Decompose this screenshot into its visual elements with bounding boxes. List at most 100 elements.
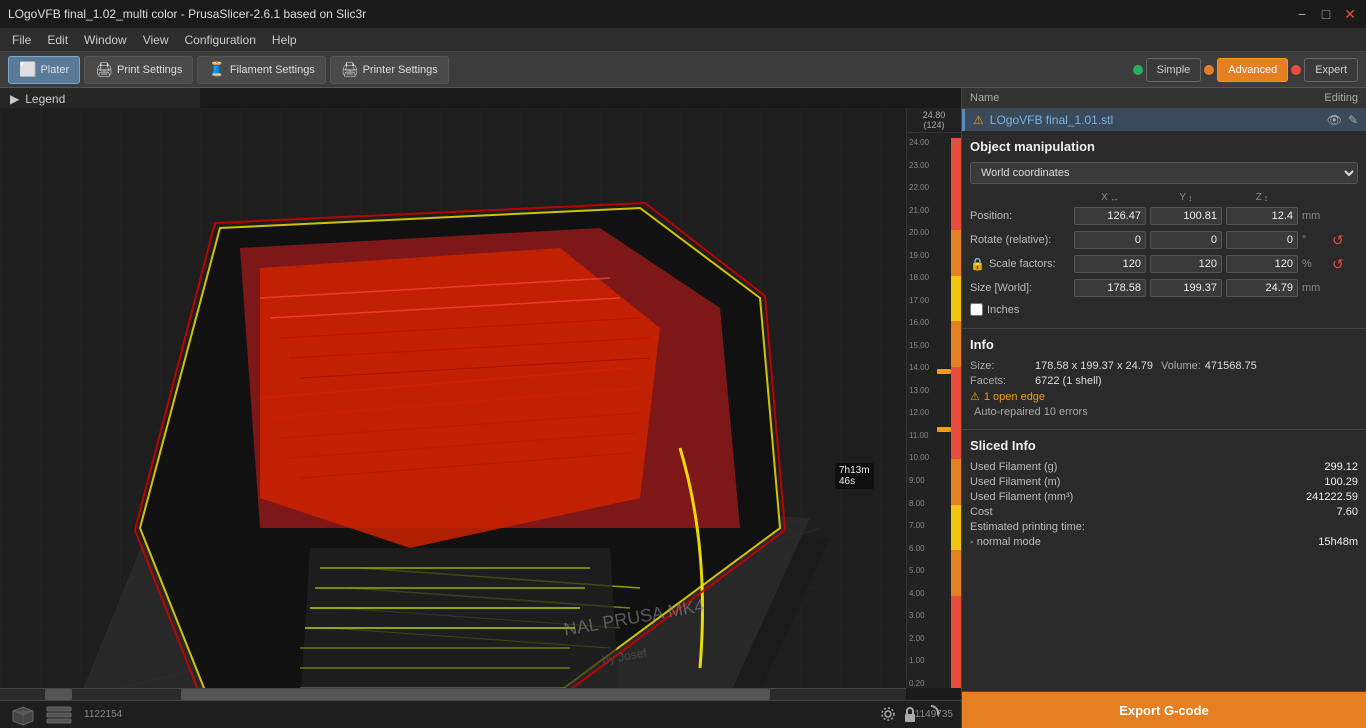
rotate-row: Rotate (relative): ° ↺ [970,231,1358,249]
advanced-mode-button[interactable]: Advanced [1217,58,1288,82]
scale-lock-icon[interactable]: 🔒 [970,257,985,271]
facets-value: 6722 (1 shell) [1035,375,1102,387]
rotate-icon[interactable] [921,703,941,726]
inches-row: Inches [970,303,1358,316]
menu-configuration[interactable]: Configuration [177,31,264,49]
size-y-input[interactable] [1150,279,1222,297]
repair-row: Auto-repaired 10 errors [970,406,1358,418]
rotate-x-input[interactable] [1074,231,1146,249]
facets-label: Facets: [970,375,1035,387]
size-info-label: Size: [970,360,1035,372]
minimize-button[interactable]: − [1294,6,1310,22]
export-gcode-button[interactable]: Export G-code [962,692,1366,728]
x-header: X ↔ [1074,192,1146,203]
coord-x-display: 1122154 [84,709,122,720]
object-row[interactable]: ⚠ LOgoVFB final_1.01.stl 👁 ✎ [962,109,1366,131]
top-layer-value: 24.80 [909,110,959,120]
inches-label: Inches [987,304,1019,316]
y-header: Y ↕ [1150,192,1222,203]
expert-mode-button[interactable]: Expert [1304,58,1358,82]
horizontal-scrollbar[interactable] [0,688,906,700]
print-settings-label: Print Settings [117,64,182,76]
layer-marker-1[interactable] [937,369,951,374]
z-header: Z ↕ [1226,192,1298,203]
main-layout: ▶ Legend [0,88,1366,728]
position-label: Position: [970,210,1070,222]
filament-mm3-label: Used Filament (mm³) [970,491,1073,503]
print-time-row: - normal mode 15h48m [970,536,1358,548]
rotate-label: Rotate (relative): [970,234,1070,246]
position-row: Position: mm [970,207,1358,225]
layer-scale: 24.80 (124) 24.00 23.00 22.00 21.00 [906,108,961,688]
sliced-title: Sliced Info [970,438,1358,453]
sliced-section: Sliced Info Used Filament (g) 299.12 Use… [962,430,1366,692]
view-cube-3d[interactable] [8,703,38,727]
filament-m-row: Used Filament (m) 100.29 [970,476,1358,488]
close-button[interactable]: ✕ [1342,6,1358,22]
cost-value: 7.60 [1337,506,1358,518]
cost-row: Cost 7.60 [970,506,1358,518]
simple-mode-label: Simple [1157,64,1191,76]
scale-unit: % [1302,258,1326,270]
viewport[interactable]: ▶ Legend [0,88,961,728]
position-unit: mm [1302,210,1326,222]
window-controls: − □ ✕ [1294,6,1358,22]
legend-bar[interactable]: ▶ Legend [0,88,200,110]
rotate-reset-button[interactable]: ↺ [1332,232,1344,249]
menu-window[interactable]: Window [76,31,135,49]
layer-count: (124) [909,120,959,130]
size-unit: mm [1302,282,1326,294]
print-settings-button[interactable]: 🖨 Print Settings [84,56,193,84]
window-title: LOgoVFB final_1.02_multi color - PrusaSl… [8,7,366,21]
rotate-z-input[interactable] [1226,231,1298,249]
size-label: Size [World]: [970,282,1070,294]
print-bed: NAL PRUSA MK4 by Josef [0,108,906,688]
editing-col-header: Editing [1324,92,1358,104]
menu-file[interactable]: File [4,31,39,49]
scale-label: Scale factors: [989,258,1056,270]
rotate-y-input[interactable] [1150,231,1222,249]
size-info-value: 178.58 x 199.37 x 24.79 [1035,360,1153,372]
cost-label: Cost [970,506,993,518]
info-size-row: Size: 178.58 x 199.37 x 24.79 Volume: 47… [970,360,1358,372]
printer-icon: 🖨 [341,61,359,78]
position-z-input[interactable] [1226,207,1298,225]
filament-icon: 🧵 [208,61,225,78]
filament-settings-button[interactable]: 🧵 Filament Settings [197,56,325,84]
lock-icon[interactable] [901,705,919,726]
scale-y-input[interactable] [1150,255,1222,273]
edit-icon[interactable]: ✎ [1348,113,1358,127]
layer-marker-2[interactable] [937,427,951,432]
view-layers[interactable] [44,703,74,727]
right-panel: Name Editing ⚠ LOgoVFB final_1.01.stl 👁 … [961,88,1366,728]
menu-view[interactable]: View [135,31,177,49]
grid-svg: NAL PRUSA MK4 by Josef [0,108,906,688]
legend-arrow-icon: ▶ [10,92,19,106]
scale-z-input[interactable] [1226,255,1298,273]
printer-settings-button[interactable]: 🖨 Printer Settings [330,56,449,84]
filament-m-value: 100.29 [1324,476,1358,488]
size-x-input[interactable] [1074,279,1146,297]
maximize-button[interactable]: □ [1318,6,1334,22]
print-time-label-row: Estimated printing time: [970,521,1358,533]
size-z-input[interactable] [1226,279,1298,297]
plater-button[interactable]: ⬜ Plater [8,56,80,84]
settings-cog-icon[interactable] [879,705,897,726]
menu-edit[interactable]: Edit [39,31,76,49]
simple-mode-button[interactable]: Simple [1146,58,1202,82]
object-list-header: Name Editing [962,88,1366,109]
position-y-input[interactable] [1150,207,1222,225]
printer-settings-label: Printer Settings [363,64,438,76]
scale-reset-button[interactable]: ↺ [1332,256,1344,273]
export-gcode-label: Export G-code [1119,703,1209,718]
volume-label: Volume: [1161,360,1201,372]
eye-icon[interactable]: 👁 [1327,113,1342,127]
position-x-input[interactable] [1074,207,1146,225]
menu-help[interactable]: Help [264,31,305,49]
coord-system-dropdown[interactable]: World coordinates [970,162,1358,184]
filament-g-label: Used Filament (g) [970,461,1057,473]
inches-checkbox[interactable] [970,303,983,316]
filament-mm3-value: 241222.59 [1306,491,1358,503]
object-name: LOgoVFB final_1.01.stl [990,113,1321,127]
scale-x-input[interactable] [1074,255,1146,273]
